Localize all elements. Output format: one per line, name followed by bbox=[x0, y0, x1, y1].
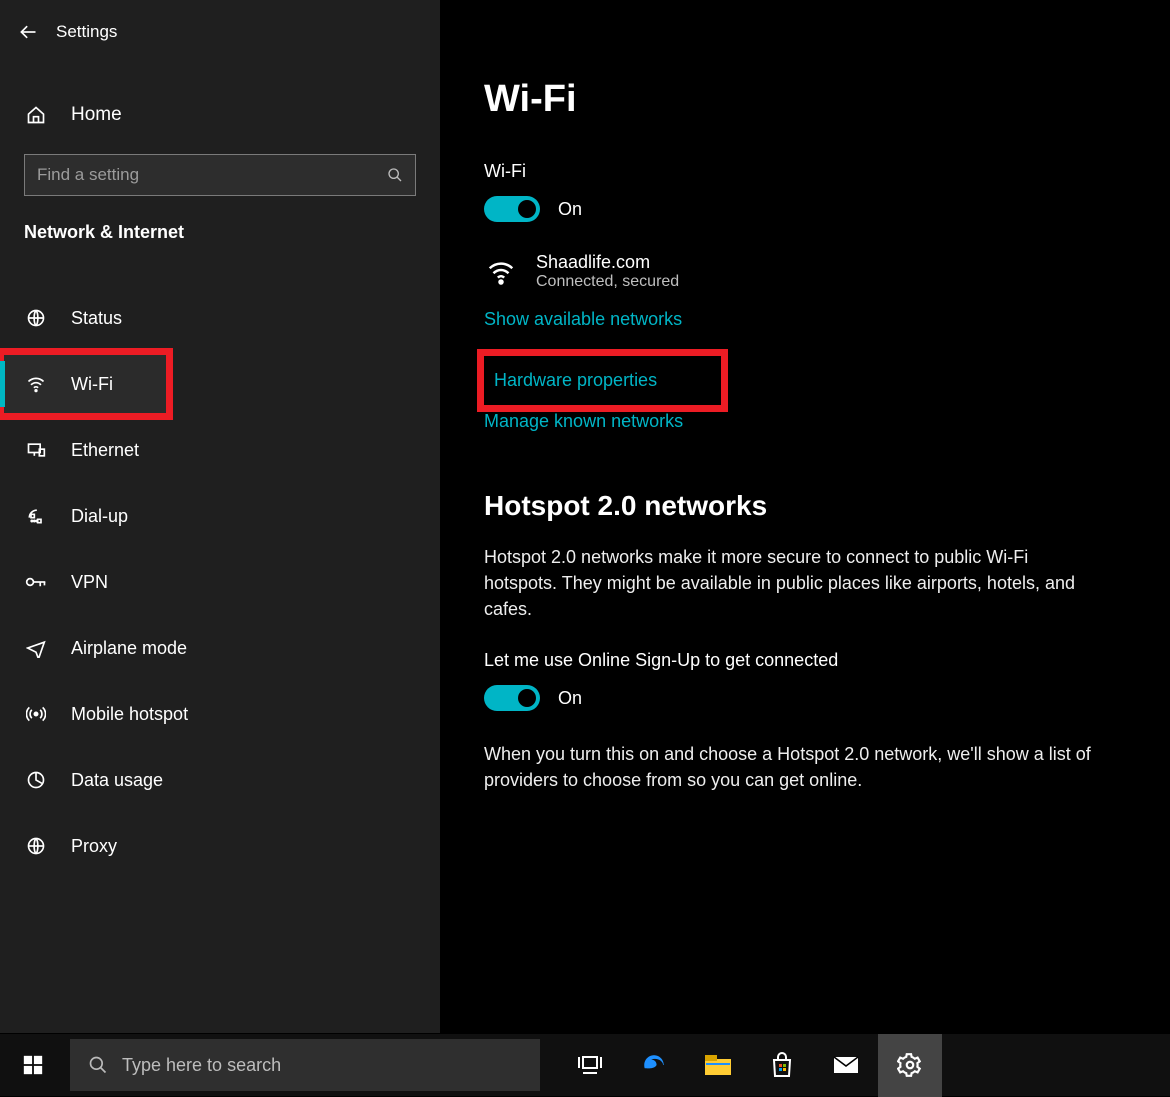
sidebar-item-label: Airplane mode bbox=[71, 638, 187, 659]
sidebar-item-datausage[interactable]: Data usage bbox=[0, 747, 440, 813]
back-button[interactable] bbox=[0, 10, 56, 54]
proxy-icon bbox=[25, 836, 47, 856]
edge-icon[interactable] bbox=[622, 1034, 686, 1097]
sidebar-nav: Status Wi-Fi Ethernet bbox=[0, 285, 440, 879]
network-status: Connected, secured bbox=[536, 273, 679, 291]
wifi-icon bbox=[25, 374, 47, 394]
task-view-button[interactable] bbox=[558, 1034, 622, 1097]
sidebar-item-status[interactable]: Status bbox=[0, 285, 440, 351]
hotspot-note: When you turn this on and choose a Hotsp… bbox=[484, 741, 1094, 793]
section-heading: Network & Internet bbox=[0, 214, 440, 255]
find-setting-input[interactable] bbox=[37, 165, 387, 185]
sidebar-item-hotspot[interactable]: Mobile hotspot bbox=[0, 681, 440, 747]
home-icon bbox=[25, 105, 47, 125]
taskbar-search-placeholder: Type here to search bbox=[122, 1055, 281, 1076]
find-setting-search[interactable] bbox=[24, 154, 416, 196]
link-hardware-properties[interactable]: Hardware properties bbox=[484, 356, 721, 405]
sidebar-item-ethernet[interactable]: Ethernet bbox=[0, 417, 440, 483]
sidebar-item-proxy[interactable]: Proxy bbox=[0, 813, 440, 879]
sidebar-item-label: Proxy bbox=[71, 836, 117, 857]
settings-taskbar-icon[interactable] bbox=[878, 1034, 942, 1097]
dialup-icon bbox=[25, 506, 47, 526]
sidebar-item-label: Data usage bbox=[71, 770, 163, 791]
sidebar-item-dialup[interactable]: Dial-up bbox=[0, 483, 440, 549]
home-button[interactable]: Home bbox=[0, 86, 440, 144]
sidebar-item-label: Mobile hotspot bbox=[71, 704, 188, 725]
link-known-networks[interactable]: Manage known networks bbox=[484, 411, 683, 432]
mail-icon[interactable] bbox=[814, 1034, 878, 1097]
airplane-icon bbox=[25, 638, 47, 658]
sidebar-item-vpn[interactable]: VPN bbox=[0, 549, 440, 615]
file-explorer-icon[interactable] bbox=[686, 1034, 750, 1097]
sidebar-item-label: Dial-up bbox=[71, 506, 128, 527]
sidebar-item-label: Ethernet bbox=[71, 440, 139, 461]
sidebar-item-label: Status bbox=[71, 308, 122, 329]
datausage-icon bbox=[25, 770, 47, 790]
sidebar-item-label: VPN bbox=[71, 572, 108, 593]
taskbar: Type here to search bbox=[0, 1033, 1170, 1096]
online-signup-toggle[interactable] bbox=[484, 685, 540, 711]
link-show-networks[interactable]: Show available networks bbox=[484, 309, 682, 330]
sidebar-item-label: Wi-Fi bbox=[71, 374, 113, 395]
store-icon[interactable] bbox=[750, 1034, 814, 1097]
search-icon bbox=[88, 1055, 108, 1075]
sidebar-item-wifi[interactable]: Wi-Fi bbox=[0, 351, 170, 417]
online-signup-state: On bbox=[558, 688, 582, 709]
page-title: Wi-Fi bbox=[484, 78, 1110, 121]
wifi-toggle-label: Wi-Fi bbox=[484, 161, 1110, 182]
ethernet-icon bbox=[25, 440, 47, 460]
network-ssid: Shaadlife.com bbox=[536, 252, 679, 273]
window-title: Settings bbox=[56, 22, 117, 42]
hotspot-description: Hotspot 2.0 networks make it more secure… bbox=[484, 544, 1094, 622]
globe-icon bbox=[25, 308, 47, 328]
home-label: Home bbox=[71, 104, 122, 126]
vpn-icon bbox=[25, 574, 47, 590]
hotspot-icon bbox=[25, 704, 47, 724]
search-icon bbox=[387, 167, 403, 183]
taskbar-search[interactable]: Type here to search bbox=[70, 1039, 540, 1091]
wifi-toggle[interactable] bbox=[484, 196, 540, 222]
connected-network[interactable]: Shaadlife.com Connected, secured bbox=[484, 252, 1110, 291]
start-button[interactable] bbox=[0, 1034, 66, 1097]
wifi-signal-icon bbox=[484, 257, 518, 287]
online-signup-label: Let me use Online Sign-Up to get connect… bbox=[484, 650, 1110, 671]
wifi-toggle-state: On bbox=[558, 199, 582, 220]
sidebar-item-airplane[interactable]: Airplane mode bbox=[0, 615, 440, 681]
settings-sidebar: Settings Home Network & Internet bbox=[0, 0, 440, 1033]
settings-content: Wi-Fi Wi-Fi On Shaadlife.com Connected, … bbox=[440, 0, 1170, 1033]
hotspot-heading: Hotspot 2.0 networks bbox=[484, 490, 1110, 522]
